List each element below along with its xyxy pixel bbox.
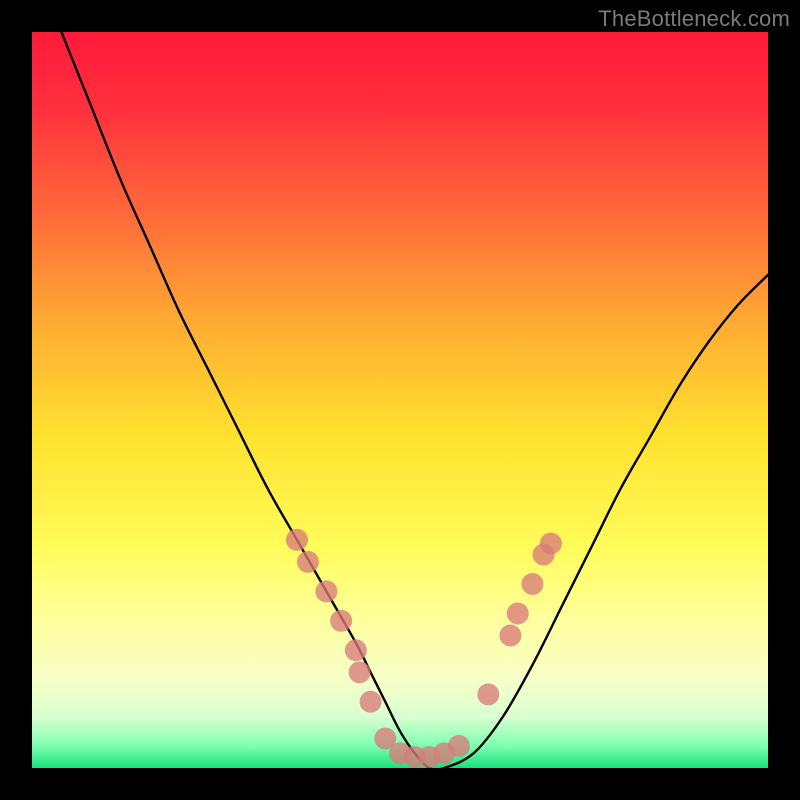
highlight-dot: [477, 683, 499, 705]
highlight-dot: [297, 551, 319, 573]
chart-frame: TheBottleneck.com: [0, 0, 800, 800]
highlight-dot: [499, 625, 521, 647]
highlight-dot: [315, 580, 337, 602]
chart-svg: [32, 32, 768, 768]
highlight-dot: [507, 602, 529, 624]
highlight-dot: [349, 661, 371, 683]
highlight-dot: [521, 573, 543, 595]
highlight-dot: [345, 639, 367, 661]
highlight-dot: [286, 529, 308, 551]
watermark-label: TheBottleneck.com: [598, 6, 790, 32]
highlight-dot: [360, 691, 382, 713]
gradient-background: [32, 32, 768, 768]
highlight-dot: [540, 533, 562, 555]
highlight-dot: [448, 735, 470, 757]
plot-area: [32, 32, 768, 768]
highlight-dot: [330, 610, 352, 632]
